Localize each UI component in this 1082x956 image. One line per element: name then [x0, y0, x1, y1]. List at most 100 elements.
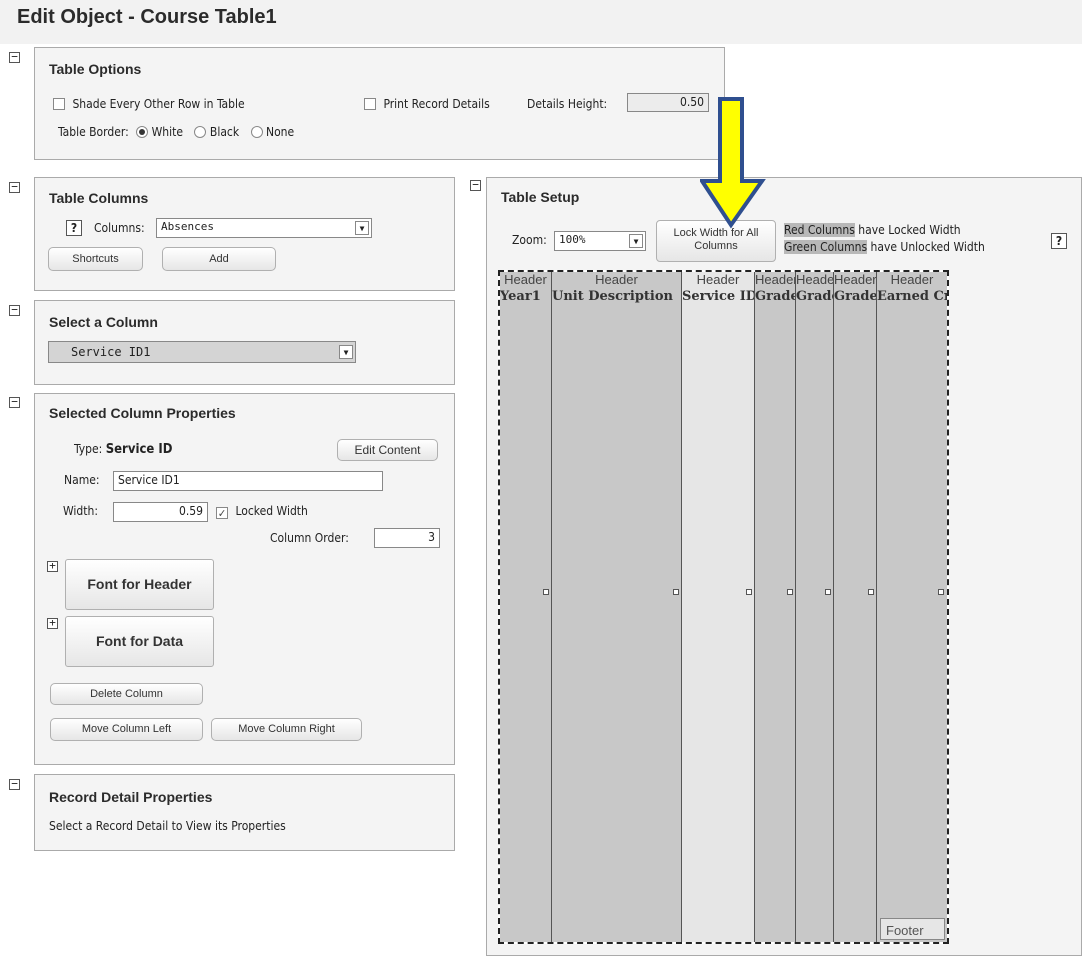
column-data-label: Unit Description	[552, 289, 673, 304]
border-white-label: White	[151, 125, 184, 139]
chevron-down-icon[interactable]: ▼	[355, 221, 369, 235]
resize-handle-icon[interactable]	[543, 589, 549, 595]
type-row: Type: Service ID	[74, 442, 172, 457]
column-order-label: Column Order:	[270, 531, 349, 545]
columns-select-value: Absences	[161, 220, 214, 233]
column-data-label: Grade	[834, 289, 876, 304]
table-column[interactable]: Header Unit Description	[552, 272, 682, 942]
column-order-input[interactable]: 3	[374, 528, 440, 548]
shortcuts-button[interactable]: Shortcuts	[48, 247, 143, 271]
resize-handle-icon[interactable]	[673, 589, 679, 595]
table-column[interactable]: Header Grade	[755, 272, 796, 942]
border-none-radio[interactable]	[250, 126, 263, 138]
column-header-label: Header	[755, 272, 795, 287]
border-white-radio[interactable]	[136, 126, 149, 138]
help-icon[interactable]: ?	[1051, 233, 1067, 249]
table-columns-area: Header Year1 Header Unit Description Header S…	[500, 272, 947, 942]
collapse-toggle-icon[interactable]: −	[9, 181, 20, 193]
help-icon[interactable]: ?	[66, 220, 82, 236]
table-column[interactable]: Header Year1	[500, 272, 552, 942]
lock-width-label-line2: Columns	[694, 240, 738, 252]
width-input[interactable]: 0.59	[113, 502, 208, 522]
resize-handle-icon[interactable]	[746, 589, 752, 595]
add-column-button[interactable]: Add	[162, 247, 276, 271]
column-properties-title: Selected Column Properties	[49, 405, 236, 421]
name-label: Name:	[64, 473, 100, 487]
locked-width-option[interactable]: Locked Width	[216, 504, 308, 519]
type-label: Type:	[74, 442, 103, 456]
print-details-option[interactable]: Print Record Details	[364, 97, 490, 111]
column-select-value: Service ID1	[71, 345, 151, 359]
collapse-toggle-icon[interactable]: −	[470, 179, 481, 191]
column-data-label: Year1	[500, 289, 541, 304]
move-column-right-button[interactable]: Move Column Right	[211, 718, 362, 741]
table-setup-title: Table Setup	[501, 189, 580, 205]
column-select[interactable]: Service ID1 ▼	[48, 341, 356, 363]
details-height-input[interactable]: 0.50	[627, 93, 709, 112]
table-border-group: Table Border: White Black None	[58, 125, 294, 139]
table-canvas[interactable]: Header Year1 Header Unit Description Header S…	[498, 270, 949, 944]
column-header-label: Header	[504, 272, 547, 287]
expand-toggle-icon[interactable]: +	[47, 617, 58, 629]
print-details-checkbox[interactable]	[364, 98, 376, 110]
column-header-label: Header	[696, 272, 740, 287]
zoom-select[interactable]: 100% ▼	[554, 231, 646, 251]
border-none-label: None	[266, 125, 295, 139]
print-details-label: Print Record Details	[383, 97, 490, 111]
font-for-header-button[interactable]: Font for Header	[65, 559, 214, 610]
footer-cell[interactable]: Footer	[880, 918, 945, 940]
column-header-label: Header	[595, 272, 638, 287]
chevron-down-icon[interactable]: ▼	[629, 234, 643, 248]
border-black-label: Black	[209, 125, 240, 139]
select-column-title: Select a Column	[49, 314, 158, 330]
table-column[interactable]: Header Earned Credit	[877, 272, 947, 942]
collapse-toggle-icon[interactable]: −	[9, 51, 20, 63]
resize-handle-icon[interactable]	[938, 589, 944, 595]
table-border-label: Table Border:	[58, 125, 129, 139]
record-detail-title: Record Detail Properties	[49, 789, 213, 805]
down-arrow-icon	[700, 97, 766, 229]
locked-width-label: Locked Width	[235, 504, 308, 518]
collapse-toggle-icon[interactable]: −	[9, 396, 20, 408]
resize-handle-icon[interactable]	[825, 589, 831, 595]
resize-handle-icon[interactable]	[868, 589, 874, 595]
table-column[interactable]: Header Grade	[834, 272, 877, 942]
table-columns-title: Table Columns	[49, 190, 149, 206]
record-detail-message: Select a Record Detail to View its Prope…	[49, 819, 286, 833]
zoom-label: Zoom:	[512, 233, 547, 247]
legend-green-text: have Unlocked Width	[867, 240, 985, 254]
chevron-down-icon[interactable]: ▼	[339, 345, 353, 359]
column-data-label: Grade	[796, 289, 833, 304]
shade-rows-option[interactable]: Shade Every Other Row in Table	[53, 97, 245, 111]
legend-red-highlight: Red Columns	[784, 223, 855, 237]
type-value: Service ID	[105, 442, 173, 457]
border-black-radio[interactable]	[194, 126, 207, 138]
collapse-toggle-icon[interactable]: −	[9, 304, 20, 316]
column-data-label: Grade	[755, 289, 795, 304]
edit-content-button[interactable]: Edit Content	[337, 439, 438, 461]
columns-select[interactable]: Absences ▼	[156, 218, 372, 238]
column-data-label: Service ID1	[682, 289, 754, 304]
column-data-label: Earned Credit	[877, 289, 947, 304]
delete-column-button[interactable]: Delete Column	[50, 683, 203, 705]
table-column[interactable]: Header Grade	[796, 272, 834, 942]
record-detail-panel	[34, 774, 455, 851]
shade-rows-checkbox[interactable]	[53, 98, 65, 110]
column-header-label: Header	[834, 272, 876, 287]
page-title: Edit Object - Course Table1	[17, 6, 277, 28]
name-input[interactable]: Service ID1	[113, 471, 383, 491]
table-column[interactable]: Header Service ID1	[682, 272, 755, 942]
expand-toggle-icon[interactable]: +	[47, 560, 58, 572]
table-options-title: Table Options	[49, 61, 142, 77]
shade-rows-label: Shade Every Other Row in Table	[72, 97, 245, 111]
resize-handle-icon[interactable]	[787, 589, 793, 595]
columns-label: Columns:	[94, 221, 145, 235]
collapse-toggle-icon[interactable]: −	[9, 778, 20, 790]
font-for-data-button[interactable]: Font for Data	[65, 616, 214, 667]
width-label: Width:	[63, 504, 98, 518]
legend-red-text: have Locked Width	[854, 223, 961, 237]
legend-green-highlight: Green Columns	[784, 240, 868, 254]
column-color-legend: Red Columns have Locked Width Green Colu…	[784, 222, 985, 256]
locked-width-checkbox[interactable]	[216, 507, 228, 519]
move-column-left-button[interactable]: Move Column Left	[50, 718, 203, 741]
